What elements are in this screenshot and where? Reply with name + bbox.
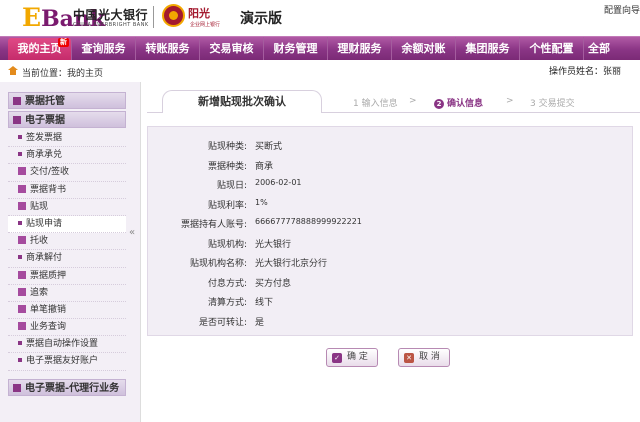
cancel-button[interactable]: ✕ 取 消 — [398, 348, 450, 367]
step-arrow: > — [506, 96, 514, 106]
section-icon — [13, 116, 21, 124]
breadcrumb-bar: 当前位置：我的主页 操作员姓名：张丽 — [0, 60, 640, 82]
nav-personal-config[interactable]: 个性配置 — [520, 37, 584, 61]
sunshine-logo-icon — [162, 4, 185, 27]
folder-icon — [18, 167, 26, 176]
brand-subtitle: 企业网上银行 — [190, 22, 221, 28]
sidebar-item-query[interactable]: 业务查询 — [8, 319, 126, 337]
field-discount-institution: 贴现机构: 光大银行 — [207, 239, 292, 250]
field-discount-rate: 贴现利率: 1% — [207, 197, 268, 211]
home-icon — [8, 66, 18, 75]
field-discount-date: 贴现日: 2006-02-01 — [216, 178, 302, 191]
confirm-form: 贴现种类: 买断式 票据种类: 商承 贴现日: 2006-02-01 贴现利率:… — [147, 126, 633, 336]
sidebar-section-agent-bank[interactable]: 电子票据-代理行业务 — [8, 378, 126, 396]
field-holder-account: 票据持有人账号: 666677778888999922221 — [180, 217, 362, 230]
sidebar-section-e-bill[interactable]: 电子票据 — [8, 111, 126, 128]
folder-icon — [18, 322, 26, 331]
sidebar-menu: 票据托管 电子票据 签发票据 商承承兑 交付/签收 票据背书 贴现 贴现申请 托… — [8, 92, 126, 398]
step-2-active: 2 确认信息 — [434, 96, 483, 109]
sidebar-item-endorse[interactable]: 票据背书 — [8, 182, 126, 199]
field-institution-name: 贴现机构名称: 光大银行北京分行 — [189, 259, 328, 269]
nav-my-homepage[interactable]: 我的主页 新 — [8, 38, 72, 61]
brand-name: 阳光 — [188, 7, 210, 20]
section-icon — [13, 97, 21, 105]
bullet-icon — [18, 341, 22, 346]
demo-label: 演示版 — [240, 11, 282, 27]
header-divider — [153, 6, 154, 28]
nav-all[interactable]: 全部 — [584, 37, 614, 61]
folder-icon — [18, 184, 26, 193]
nav-transaction-review[interactable]: 交易审核 — [200, 37, 264, 61]
sidebar-item-deliver-sign[interactable]: 交付/签收 — [8, 164, 126, 182]
tab-discount-confirm[interactable]: 新增贴现批次确认 — [162, 90, 322, 113]
bullet-icon — [18, 255, 22, 260]
folder-icon — [18, 270, 26, 279]
confirm-button[interactable]: ✓ 确 定 — [326, 348, 378, 367]
sidebar-item-collection[interactable]: 托收 — [8, 233, 126, 251]
sidebar-item-issue-bill[interactable]: 签发票据 — [8, 130, 126, 148]
sidebar-item-discount[interactable]: 贴现 — [8, 199, 126, 216]
main-nav: 我的主页 新 查询服务 转账服务 交易审核 财务管理 理财服务 余额对账 集团服… — [0, 36, 640, 61]
nav-balance-reconcile[interactable]: 余额对账 — [392, 37, 456, 61]
main-content: 新增贴现批次确认 1 输入信息 > 2 确认信息 > 3 交易提交 贴现种类: 买… — [140, 82, 640, 422]
step-3: 3 交易提交 — [530, 99, 575, 109]
operator-name: 操作员姓名：张丽 — [549, 67, 622, 77]
header: EBank 中国光大银行 CHINA EVERBRIGHT BANK 阳光 企业… — [0, 0, 640, 36]
field-settlement-method: 清算方式: 线下 — [207, 298, 274, 308]
sidebar-item-recourse[interactable]: 追索 — [8, 285, 126, 302]
sidebar-item-discount-apply[interactable]: 贴现申请 — [8, 215, 126, 234]
folder-icon — [18, 304, 26, 313]
bullet-icon — [18, 135, 22, 139]
bullet-icon — [18, 358, 22, 363]
folder-icon — [18, 201, 26, 210]
config-wizard-link[interactable]: 配置向导 — [604, 3, 640, 16]
field-interest-payment: 付息方式: 买方付息 — [207, 278, 292, 289]
step-1: 1 输入信息 — [353, 99, 398, 109]
nav-transfer-service[interactable]: 转账服务 — [136, 37, 200, 61]
field-discount-type: 贴现种类: 买断式 — [207, 142, 283, 152]
check-icon: ✓ — [332, 353, 342, 363]
sidebar: 票据托管 电子票据 签发票据 商承承兑 交付/签收 票据背书 贴现 贴现申请 托… — [0, 82, 140, 422]
close-icon: ✕ — [404, 353, 414, 363]
sidebar-item-friendly-account[interactable]: 电子票据友好账户 — [8, 353, 126, 371]
step-arrow: > — [409, 96, 417, 106]
bank-name-cn: 中国光大银行 — [73, 8, 149, 22]
bullet-icon — [18, 152, 22, 157]
sidebar-item-revoke[interactable]: 单笔撤销 — [8, 302, 126, 320]
sidebar-item-auto-settings[interactable]: 票据自动操作设置 — [8, 336, 126, 354]
nav-finance-management[interactable]: 财务管理 — [264, 37, 328, 61]
nav-group-service[interactable]: 集团服务 — [456, 37, 520, 61]
sidebar-item-acceptance[interactable]: 商承承兑 — [8, 147, 126, 165]
field-bill-type: 票据种类: 商承 — [207, 161, 274, 172]
new-badge: 新 — [58, 38, 69, 47]
nav-wealth-service[interactable]: 理财服务 — [328, 37, 392, 61]
sidebar-item-pledge[interactable]: 票据质押 — [8, 268, 126, 285]
bullet-icon — [18, 220, 22, 225]
folder-icon — [18, 236, 26, 245]
sidebar-section-bill-custody[interactable]: 票据托管 — [8, 92, 126, 109]
section-icon — [13, 383, 21, 392]
sidebar-item-payment[interactable]: 商承解付 — [8, 250, 126, 268]
folder-icon — [18, 287, 26, 296]
breadcrumb: 当前位置：我的主页 — [22, 69, 104, 79]
bank-name-en: CHINA EVERBRIGHT BANK — [73, 22, 149, 28]
field-transferable: 是否可转让: 是 — [198, 317, 265, 328]
collapse-sidebar-icon[interactable]: « — [129, 227, 135, 238]
nav-query-service[interactable]: 查询服务 — [72, 37, 136, 61]
